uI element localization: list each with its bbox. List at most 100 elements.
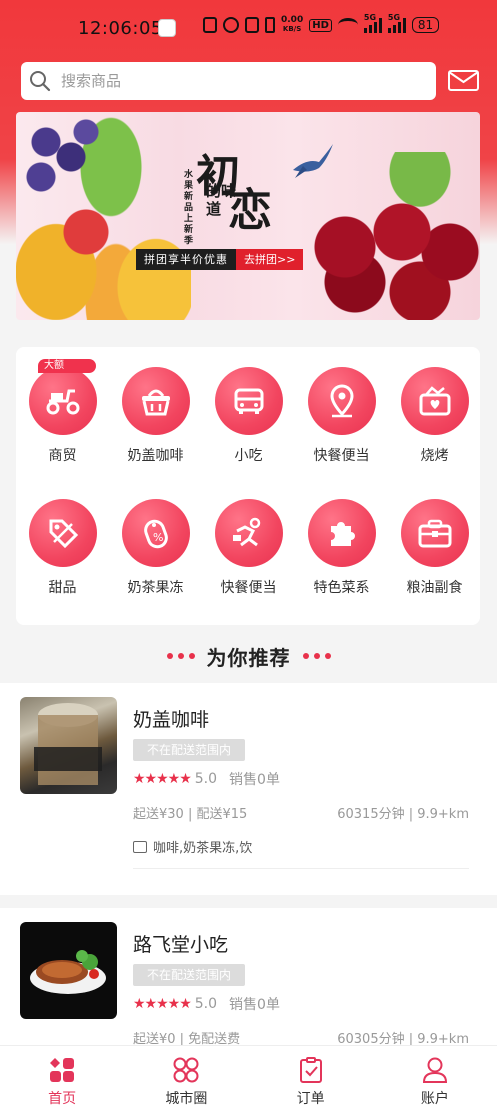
category-item[interactable]: 烧烤 bbox=[388, 367, 481, 465]
nfc-icon bbox=[203, 17, 217, 33]
discount-tag-icon: % bbox=[121, 499, 190, 567]
shop-thumbnail bbox=[20, 922, 117, 1019]
recommend-header: 为你推荐 bbox=[0, 640, 497, 672]
banner-fruit-image bbox=[16, 112, 191, 320]
status-icons: 0.00 KB/S HD 5G 5G 81 bbox=[203, 13, 440, 34]
delivery-fee: 起送¥30 | 配送¥15 bbox=[133, 807, 248, 822]
category-item[interactable]: 快餐便当 bbox=[202, 499, 295, 597]
shop-rating: ★★★★★ 5.0 销售0单 bbox=[133, 994, 280, 1014]
signal-icon-1: 5G bbox=[363, 13, 382, 33]
tab-label: 订单 bbox=[296, 1091, 325, 1107]
net-speed-value: 0.00 bbox=[281, 15, 304, 25]
tab-label: 城市圈 bbox=[165, 1091, 208, 1107]
category-item[interactable]: 快餐便当 bbox=[295, 367, 388, 465]
delivery-range-tag: 不在配送范围内 bbox=[133, 964, 246, 986]
rating-value: 5.0 bbox=[194, 771, 218, 787]
sales-count: 销售0单 bbox=[229, 997, 280, 1013]
banner-title-char-2: 恋 bbox=[228, 185, 272, 236]
svg-text:%: % bbox=[153, 531, 163, 544]
delivery-range-tag: 不在配送范围内 bbox=[133, 739, 246, 761]
category-label: 商贸 bbox=[48, 448, 77, 464]
decor-dots-left bbox=[166, 653, 195, 659]
car-icon bbox=[214, 367, 283, 435]
divider bbox=[133, 868, 469, 869]
shop-rating: ★★★★★ 5.0 销售0单 bbox=[133, 769, 280, 789]
rating-stars: ★★★★★ bbox=[133, 996, 192, 1012]
promo-banner[interactable]: 水果新品上新季 初 的味道 恋 拼团享半价优惠 去拼团>> bbox=[16, 112, 480, 320]
shop-name: 路飞堂小吃 bbox=[133, 934, 229, 956]
category-label: 特色菜系 bbox=[313, 580, 370, 596]
category-label: 粮油副食 bbox=[406, 580, 463, 596]
tab-account[interactable]: 账户 bbox=[373, 1046, 497, 1113]
category-label: 奶茶果冻 bbox=[127, 580, 184, 596]
bird-illustration bbox=[293, 144, 333, 178]
category-label: 快餐便当 bbox=[220, 580, 277, 596]
promo-label: 拼团享半价优惠 bbox=[136, 249, 236, 270]
shop-card[interactable]: 奶盖咖啡 不在配送范围内 ★★★★★ 5.0 销售0单 起送¥30 | 配送¥1… bbox=[0, 683, 497, 895]
shop-name: 奶盖咖啡 bbox=[133, 709, 210, 731]
category-grid: 大额 商贸 奶盖咖啡 小吃 快餐便当 烧烤 甜品 % 奶茶果冻 快餐便当 特色菜… bbox=[16, 347, 480, 625]
net-speed-unit: KB/S bbox=[282, 25, 302, 33]
shop-categories: 咖啡,奶茶果冻,饮 bbox=[133, 837, 252, 856]
signal-icon-2: 5G bbox=[387, 13, 406, 33]
message-icon[interactable] bbox=[448, 70, 479, 91]
shop-card[interactable]: 路飞堂小吃 不在配送范围内 ★★★★★ 5.0 销售0单 起送¥0 | 免配送费… bbox=[0, 908, 497, 1047]
store-icon bbox=[133, 840, 147, 853]
category-item[interactable]: 甜品 bbox=[16, 499, 109, 597]
vibrate-icon bbox=[245, 17, 259, 33]
tab-label: 首页 bbox=[48, 1091, 77, 1107]
rating-stars: ★★★★★ bbox=[133, 771, 192, 787]
bluetooth-icon bbox=[265, 17, 275, 33]
delivery-distance: 60315分钟 | 9.9+km bbox=[337, 807, 469, 822]
alarm-icon bbox=[223, 17, 239, 33]
wifi-icon bbox=[337, 18, 358, 32]
category-label: 奶盖咖啡 bbox=[127, 448, 184, 464]
category-label: 小吃 bbox=[234, 448, 263, 464]
toolbox-icon bbox=[400, 499, 469, 567]
puzzle-icon bbox=[307, 499, 376, 567]
category-label: 甜品 bbox=[48, 580, 77, 596]
gift-box-icon bbox=[400, 367, 469, 435]
location-pin-icon bbox=[307, 367, 376, 435]
decor-dots-right bbox=[302, 653, 331, 659]
category-item[interactable]: 粮油副食 bbox=[388, 499, 481, 597]
search-input[interactable] bbox=[61, 72, 401, 90]
battery-indicator: 81 bbox=[411, 17, 440, 33]
home-grid-icon bbox=[50, 1058, 75, 1082]
category-label: 快餐便当 bbox=[313, 448, 370, 464]
category-item[interactable]: 特色菜系 bbox=[295, 499, 388, 597]
sales-count: 销售0单 bbox=[229, 772, 280, 788]
city-circle-icon bbox=[173, 1057, 199, 1083]
app-notification-icon bbox=[158, 19, 176, 37]
banner-promo: 拼团享半价优惠 去拼团>> bbox=[136, 249, 304, 270]
tab-city-circle[interactable]: 城市圈 bbox=[124, 1046, 248, 1113]
delivery-runner-icon bbox=[214, 499, 283, 567]
category-label: 烧烤 bbox=[420, 448, 449, 464]
group-buy-button[interactable]: 去拼团>> bbox=[236, 249, 304, 270]
recommend-title: 为你推荐 bbox=[206, 645, 291, 670]
scooter-icon bbox=[28, 367, 97, 435]
category-item[interactable]: % 奶茶果冻 bbox=[109, 499, 202, 597]
tab-home[interactable]: 首页 bbox=[0, 1046, 124, 1113]
category-item[interactable]: 大额 商贸 bbox=[16, 359, 109, 465]
basket-icon bbox=[121, 367, 190, 435]
coupon-tag-icon bbox=[28, 499, 97, 567]
hd-badge: HD bbox=[309, 18, 332, 32]
category-item[interactable]: 奶盖咖啡 bbox=[109, 367, 202, 465]
shop-categories-text: 咖啡,奶茶果冻,饮 bbox=[153, 841, 253, 856]
category-item[interactable]: 小吃 bbox=[202, 367, 295, 465]
tab-label: 账户 bbox=[420, 1091, 449, 1107]
rating-value: 5.0 bbox=[194, 996, 218, 1012]
signal-1-label: 5G bbox=[363, 13, 377, 22]
tab-orders[interactable]: 订单 bbox=[249, 1046, 373, 1113]
category-badge: 大额 bbox=[38, 359, 96, 373]
bottom-tab-bar: 首页 城市圈 订单 账户 bbox=[0, 1045, 497, 1113]
search-bar[interactable] bbox=[21, 62, 436, 100]
net-speed: 0.00 KB/S bbox=[281, 16, 303, 34]
search-icon bbox=[29, 70, 51, 92]
user-icon bbox=[422, 1057, 447, 1083]
signal-2-label: 5G bbox=[387, 13, 401, 22]
shop-thumbnail bbox=[20, 697, 117, 794]
status-time: 12:06:05 bbox=[78, 18, 163, 39]
clipboard-check-icon bbox=[299, 1057, 322, 1083]
